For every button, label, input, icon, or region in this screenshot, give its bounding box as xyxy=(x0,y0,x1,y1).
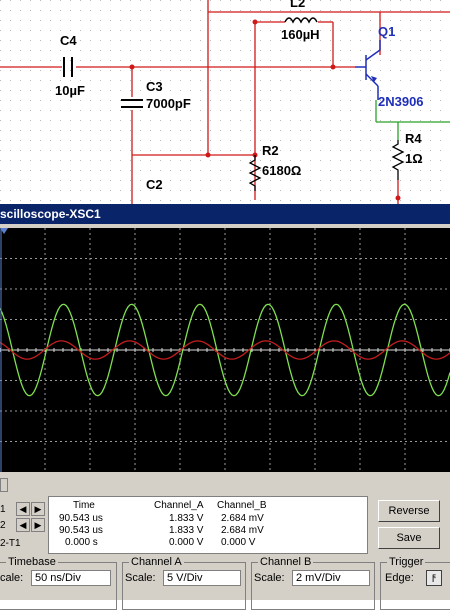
window-titlebar[interactable]: scilloscope-XSC1 xyxy=(0,204,450,224)
save-button[interactable]: Save xyxy=(378,527,440,549)
timebase-scale-field[interactable]: 50 ns/Div xyxy=(31,570,111,586)
trigger-group: Trigger Edge: ϝ xyxy=(380,556,450,610)
trigger-title: Trigger xyxy=(387,556,426,568)
horizontal-scrollbar[interactable] xyxy=(0,478,450,492)
window-title: scilloscope-XSC1 xyxy=(0,207,101,221)
c4-value-label: 10µF xyxy=(55,83,85,98)
cursor-1-left-arrow-icon[interactable]: ◀ xyxy=(16,502,30,516)
channel-a-group: Channel A Scale: 5 V/Div xyxy=(122,556,246,610)
cursor-1-control: 1 ◀ ▶ xyxy=(0,502,46,518)
rising-edge-icon[interactable]: ϝ xyxy=(426,570,442,586)
delta-channel-a: 0.000 V xyxy=(169,537,204,548)
c4-name-label: C4 xyxy=(60,33,77,48)
row1-channel-b: 2.684 mV xyxy=(221,513,264,524)
c3-name-label: C3 xyxy=(146,79,163,94)
cursor-readout-table: Time Channel_A Channel_B 90.543 us 1.833… xyxy=(48,496,368,554)
reverse-button[interactable]: Reverse xyxy=(378,500,440,522)
channel-a-title: Channel A xyxy=(129,556,184,568)
delta-time: 0.000 s xyxy=(65,537,98,548)
cursor-1-right-arrow-icon[interactable]: ▶ xyxy=(31,502,45,516)
channel-b-scale-label: Scale: xyxy=(254,572,285,584)
timebase-title: Timebase xyxy=(6,556,58,568)
r4-value-label: 1Ω xyxy=(405,151,423,166)
delta-channel-b: 0.000 V xyxy=(221,537,256,548)
q1-model-label: 2N3906 xyxy=(378,94,424,109)
scroll-left-button[interactable] xyxy=(0,478,8,492)
scope-display-frame xyxy=(0,224,450,474)
channel-b-group: Channel B Scale: 2 mV/Div xyxy=(251,556,375,610)
row2-channel-b: 2.684 mV xyxy=(221,525,264,536)
timebase-scale-label: cale: xyxy=(0,572,24,584)
schematic-canvas[interactable]: C4 10µF C3 7000pF L2 160µH Q1 2N3906 R2 … xyxy=(0,0,450,204)
header-channel-a: Channel_A xyxy=(154,500,204,511)
l2-name-label: L2 xyxy=(290,0,306,10)
cursor-1-label: 1 xyxy=(0,504,6,515)
cursor-2-label: 2 xyxy=(0,520,6,531)
cursor-2-control: 2 ◀ ▶ xyxy=(0,518,46,534)
row1-time: 90.543 us xyxy=(59,513,103,524)
l2-value-label: 160µH xyxy=(281,27,320,42)
r2-name-label: R2 xyxy=(262,143,279,158)
r4-name-label: R4 xyxy=(405,131,422,146)
trigger-edge-label: Edge: xyxy=(385,572,414,584)
row2-time: 90.543 us xyxy=(59,525,103,536)
channel-a-scale-field[interactable]: 5 V/Div xyxy=(163,570,241,586)
channel-a-scale-label: Scale: xyxy=(125,572,156,584)
delta-row-label: 2-T1 xyxy=(0,538,21,549)
scope-plot xyxy=(0,228,450,472)
q1-name-label: Q1 xyxy=(378,24,396,39)
r2-value-label: 6180Ω xyxy=(262,163,302,178)
channel-b-title: Channel B xyxy=(258,556,314,568)
row2-channel-a: 1.833 V xyxy=(169,525,204,536)
cursor-2-right-arrow-icon[interactable]: ▶ xyxy=(31,518,45,532)
c2-name-label: C2 xyxy=(146,177,163,192)
oscilloscope-window: scilloscope-XSC1 1 ◀ ▶ 2 ◀ ▶ 2-T1 Time C… xyxy=(0,204,450,610)
scope-screen xyxy=(0,228,450,472)
header-channel-b: Channel_B xyxy=(217,500,267,511)
channel-b-scale-field[interactable]: 2 mV/Div xyxy=(292,570,370,586)
timebase-group: Timebase cale: 50 ns/Div xyxy=(0,556,117,610)
row1-channel-a: 1.833 V xyxy=(169,513,204,524)
header-time: Time xyxy=(73,500,95,511)
cursor-2-left-arrow-icon[interactable]: ◀ xyxy=(16,518,30,532)
c3-value-label: 7000pF xyxy=(146,96,191,111)
